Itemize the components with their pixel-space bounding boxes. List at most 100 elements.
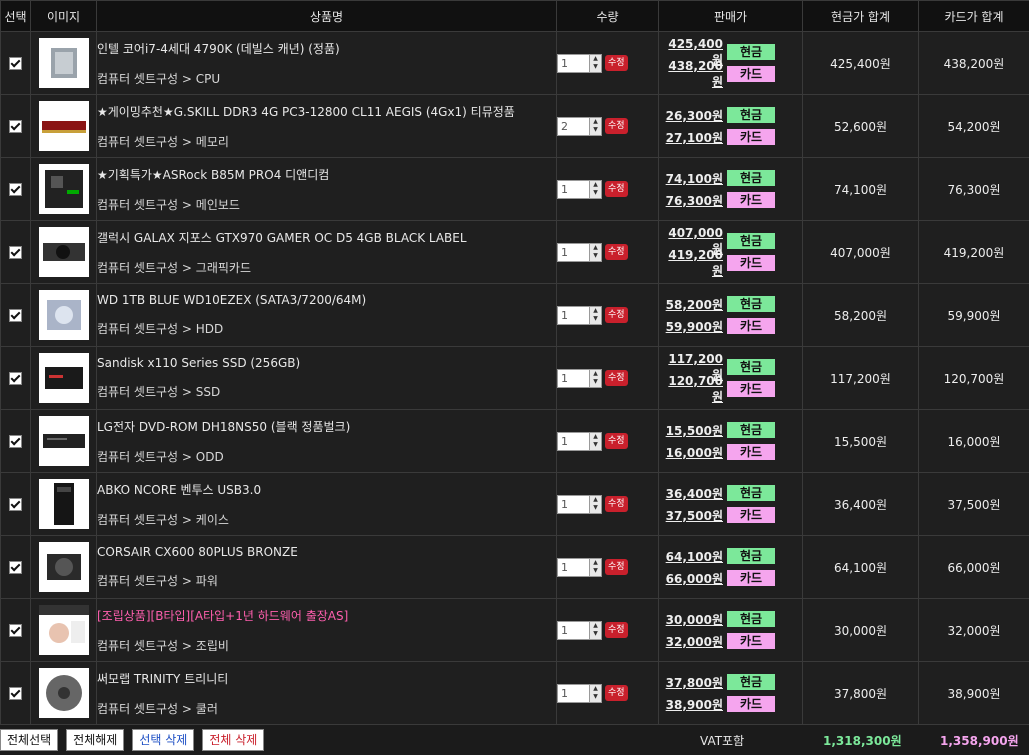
row-checkbox[interactable] xyxy=(9,624,22,637)
card-price-link[interactable]: 37,500원 xyxy=(659,507,723,524)
cash-price-link[interactable]: 30,000원 xyxy=(659,611,723,628)
stepper-up-icon[interactable]: ▲ xyxy=(590,433,601,441)
cooler-image[interactable] xyxy=(39,668,89,718)
modify-quantity-button[interactable]: 수정 xyxy=(605,118,628,134)
modify-quantity-button[interactable]: 수정 xyxy=(605,55,628,71)
quantity-stepper[interactable]: ▲ ▼ xyxy=(590,495,602,514)
delete-selected-button[interactable]: 선택 삭제 xyxy=(132,729,194,751)
quantity-input[interactable]: 1 xyxy=(557,369,590,388)
quantity-input[interactable]: 1 xyxy=(557,306,590,325)
product-name-link[interactable]: WD 1TB BLUE WD10EZEX (SATA3/7200/64M) xyxy=(97,293,556,307)
quantity-stepper[interactable]: ▲ ▼ xyxy=(590,243,602,262)
stepper-up-icon[interactable]: ▲ xyxy=(590,181,601,189)
quantity-stepper[interactable]: ▲ ▼ xyxy=(590,558,602,577)
modify-quantity-button[interactable]: 수정 xyxy=(605,370,628,386)
stepper-up-icon[interactable]: ▲ xyxy=(590,55,601,63)
quantity-stepper[interactable]: ▲ ▼ xyxy=(590,54,602,73)
cash-price-link[interactable]: 26,300원 xyxy=(659,107,723,124)
cash-price-link[interactable]: 64,100원 xyxy=(659,548,723,565)
stepper-down-icon[interactable]: ▼ xyxy=(590,63,601,71)
product-name-link[interactable]: ★게이밍추천★G.SKILL DDR3 4G PC3-12800 CL11 AE… xyxy=(97,103,556,120)
modify-quantity-button[interactable]: 수정 xyxy=(605,622,628,638)
cash-price-link[interactable]: 58,200원 xyxy=(659,296,723,313)
quantity-input[interactable]: 1 xyxy=(557,54,590,73)
quantity-stepper[interactable]: ▲ ▼ xyxy=(590,306,602,325)
modify-quantity-button[interactable]: 수정 xyxy=(605,559,628,575)
stepper-down-icon[interactable]: ▼ xyxy=(590,378,601,386)
row-checkbox[interactable] xyxy=(9,372,22,385)
quantity-input[interactable]: 1 xyxy=(557,432,590,451)
row-checkbox[interactable] xyxy=(9,120,22,133)
select-all-button[interactable]: 전체선택 xyxy=(0,729,58,751)
quantity-stepper[interactable]: ▲ ▼ xyxy=(590,621,602,640)
ssd-image[interactable] xyxy=(39,353,89,403)
row-checkbox[interactable] xyxy=(9,309,22,322)
stepper-down-icon[interactable]: ▼ xyxy=(590,567,601,575)
row-checkbox[interactable] xyxy=(9,246,22,259)
modify-quantity-button[interactable]: 수정 xyxy=(605,307,628,323)
card-price-link[interactable]: 120,700원 xyxy=(659,374,723,405)
product-name-link[interactable]: ★기획특가★ASRock B85M PRO4 디앤디컴 xyxy=(97,166,556,183)
card-price-link[interactable]: 438,200원 xyxy=(659,59,723,90)
product-name-link[interactable]: [조립상품][B타입][A타입+1년 하드웨어 출장AS] xyxy=(97,607,556,624)
cash-price-link[interactable]: 74,100원 xyxy=(659,170,723,187)
stepper-down-icon[interactable]: ▼ xyxy=(590,252,601,260)
cash-price-link[interactable]: 36,400원 xyxy=(659,485,723,502)
stepper-up-icon[interactable]: ▲ xyxy=(590,559,601,567)
quantity-stepper[interactable]: ▲ ▼ xyxy=(590,432,602,451)
stepper-up-icon[interactable]: ▲ xyxy=(590,244,601,252)
stepper-up-icon[interactable]: ▲ xyxy=(590,370,601,378)
cpu-image[interactable] xyxy=(39,38,89,88)
quantity-input[interactable]: 1 xyxy=(557,180,590,199)
quantity-stepper[interactable]: ▲ ▼ xyxy=(590,369,602,388)
stepper-down-icon[interactable]: ▼ xyxy=(590,126,601,134)
row-checkbox[interactable] xyxy=(9,561,22,574)
modify-quantity-button[interactable]: 수정 xyxy=(605,433,628,449)
card-price-link[interactable]: 66,000원 xyxy=(659,570,723,587)
card-price-link[interactable]: 32,000원 xyxy=(659,633,723,650)
stepper-up-icon[interactable]: ▲ xyxy=(590,118,601,126)
stepper-down-icon[interactable]: ▼ xyxy=(590,315,601,323)
product-name-link[interactable]: 써모랩 TRINITY 트리니티 xyxy=(97,670,556,687)
delete-all-button[interactable]: 전체 삭제 xyxy=(202,729,264,751)
modify-quantity-button[interactable]: 수정 xyxy=(605,244,628,260)
row-checkbox[interactable] xyxy=(9,687,22,700)
quantity-stepper[interactable]: ▲ ▼ xyxy=(590,117,602,136)
stepper-down-icon[interactable]: ▼ xyxy=(590,441,601,449)
stepper-down-icon[interactable]: ▼ xyxy=(590,630,601,638)
stepper-down-icon[interactable]: ▼ xyxy=(590,693,601,701)
modify-quantity-button[interactable]: 수정 xyxy=(605,685,628,701)
row-checkbox[interactable] xyxy=(9,57,22,70)
product-name-link[interactable]: CORSAIR CX600 80PLUS BRONZE xyxy=(97,545,556,559)
row-checkbox[interactable] xyxy=(9,435,22,448)
product-name-link[interactable]: Sandisk x110 Series SSD (256GB) xyxy=(97,356,556,370)
psu-image[interactable] xyxy=(39,542,89,592)
quantity-input[interactable]: 1 xyxy=(557,495,590,514)
product-name-link[interactable]: 인텔 코어i7-4세대 4790K (데빌스 캐년) (정품) xyxy=(97,40,556,57)
deselect-all-button[interactable]: 전체해제 xyxy=(66,729,124,751)
assembly-image[interactable] xyxy=(39,605,89,655)
modify-quantity-button[interactable]: 수정 xyxy=(605,181,628,197)
quantity-input[interactable]: 2 xyxy=(557,117,590,136)
quantity-input[interactable]: 1 xyxy=(557,621,590,640)
quantity-stepper[interactable]: ▲ ▼ xyxy=(590,180,602,199)
quantity-input[interactable]: 1 xyxy=(557,684,590,703)
stepper-up-icon[interactable]: ▲ xyxy=(590,622,601,630)
modify-quantity-button[interactable]: 수정 xyxy=(605,496,628,512)
product-name-link[interactable]: ABKO NCORE 벤투스 USB3.0 xyxy=(97,481,556,498)
mainboard-image[interactable] xyxy=(39,164,89,214)
stepper-up-icon[interactable]: ▲ xyxy=(590,496,601,504)
product-name-link[interactable]: 갤럭시 GALAX 지포스 GTX970 GAMER OC D5 4GB BLA… xyxy=(97,229,556,246)
card-price-link[interactable]: 27,100원 xyxy=(659,129,723,146)
gpu-image[interactable] xyxy=(39,227,89,277)
stepper-up-icon[interactable]: ▲ xyxy=(590,685,601,693)
hdd-image[interactable] xyxy=(39,290,89,340)
card-price-link[interactable]: 16,000원 xyxy=(659,444,723,461)
ram-image[interactable] xyxy=(39,101,89,151)
stepper-down-icon[interactable]: ▼ xyxy=(590,504,601,512)
odd-image[interactable] xyxy=(39,416,89,466)
stepper-up-icon[interactable]: ▲ xyxy=(590,307,601,315)
product-name-link[interactable]: LG전자 DVD-ROM DH18NS50 (블랙 정품벌크) xyxy=(97,418,556,435)
card-price-link[interactable]: 76,300원 xyxy=(659,192,723,209)
cash-price-link[interactable]: 15,500원 xyxy=(659,422,723,439)
